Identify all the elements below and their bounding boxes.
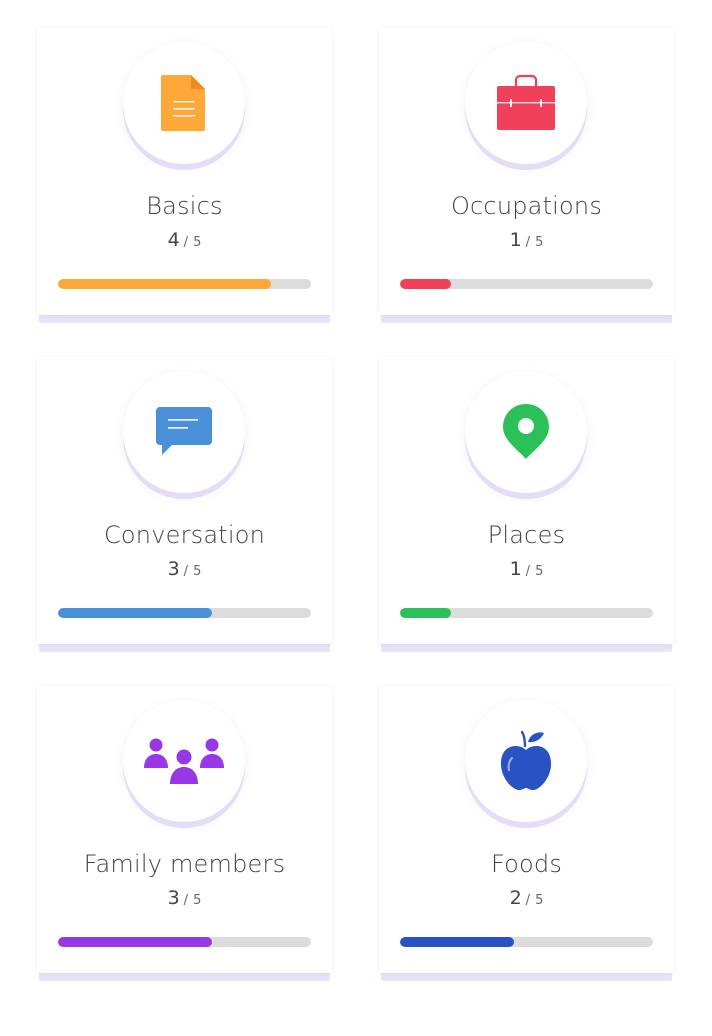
score-total: 5: [193, 235, 202, 250]
briefcase-icon: [497, 74, 555, 130]
score-readout: 1/ 5: [379, 558, 674, 580]
progress-fill: [400, 279, 451, 289]
category-title: Places: [487, 521, 566, 549]
chat-bubble-icon: [156, 407, 212, 455]
apple-icon: [500, 730, 552, 790]
progress-track: [58, 608, 311, 618]
score-value: 1: [509, 558, 522, 580]
progress-fill: [58, 279, 271, 289]
score-total: 5: [193, 564, 202, 579]
score-value: 3: [167, 887, 180, 909]
score-total: 5: [193, 893, 202, 908]
score-separator: /: [183, 893, 189, 908]
score-readout: 2/ 5: [379, 887, 674, 909]
category-grid: Basics 4/ 5 Occupations 1/ 5 Conversatio…: [37, 28, 674, 973]
icon-badge: [465, 700, 587, 822]
score-readout: 3/ 5: [37, 558, 332, 580]
progress-track: [400, 608, 653, 618]
score-value: 3: [167, 558, 180, 580]
document-icon: [161, 75, 205, 131]
progress-fill: [58, 937, 213, 947]
icon-badge: [465, 371, 587, 493]
category-card-family-members[interactable]: Family members 3/ 5: [37, 686, 332, 973]
score-separator: /: [183, 564, 189, 579]
category-title: Occupations: [450, 192, 603, 220]
category-title: Conversation: [103, 521, 266, 549]
score-total: 5: [535, 564, 544, 579]
location-pin-icon: [503, 404, 549, 459]
category-card-basics[interactable]: Basics 4/ 5: [37, 28, 332, 315]
icon-badge: [123, 700, 245, 822]
progress-fill: [58, 608, 213, 618]
category-title: Family members: [83, 850, 286, 878]
score-readout: 1/ 5: [379, 229, 674, 251]
category-card-foods[interactable]: Foods 2/ 5: [379, 686, 674, 973]
score-readout: 4/ 5: [37, 229, 332, 251]
score-separator: /: [525, 564, 531, 579]
score-value: 2: [509, 887, 522, 909]
score-separator: /: [525, 235, 531, 250]
category-card-occupations[interactable]: Occupations 1/ 5: [379, 28, 674, 315]
people-icon: [144, 738, 224, 784]
category-card-conversation[interactable]: Conversation 3/ 5: [37, 357, 332, 644]
score-total: 5: [535, 893, 544, 908]
category-title: Foods: [490, 850, 563, 878]
progress-track: [400, 937, 653, 947]
icon-badge: [123, 42, 245, 164]
score-value: 1: [509, 229, 522, 251]
progress-track: [400, 279, 653, 289]
score-value: 4: [167, 229, 180, 251]
progress-fill: [400, 608, 451, 618]
category-card-places[interactable]: Places 1/ 5: [379, 357, 674, 644]
icon-badge: [123, 371, 245, 493]
score-readout: 3/ 5: [37, 887, 332, 909]
icon-badge: [465, 42, 587, 164]
score-separator: /: [525, 893, 531, 908]
score-total: 5: [535, 235, 544, 250]
progress-track: [58, 937, 311, 947]
progress-fill: [400, 937, 514, 947]
score-separator: /: [183, 235, 189, 250]
progress-track: [58, 279, 311, 289]
category-title: Basics: [146, 192, 223, 220]
